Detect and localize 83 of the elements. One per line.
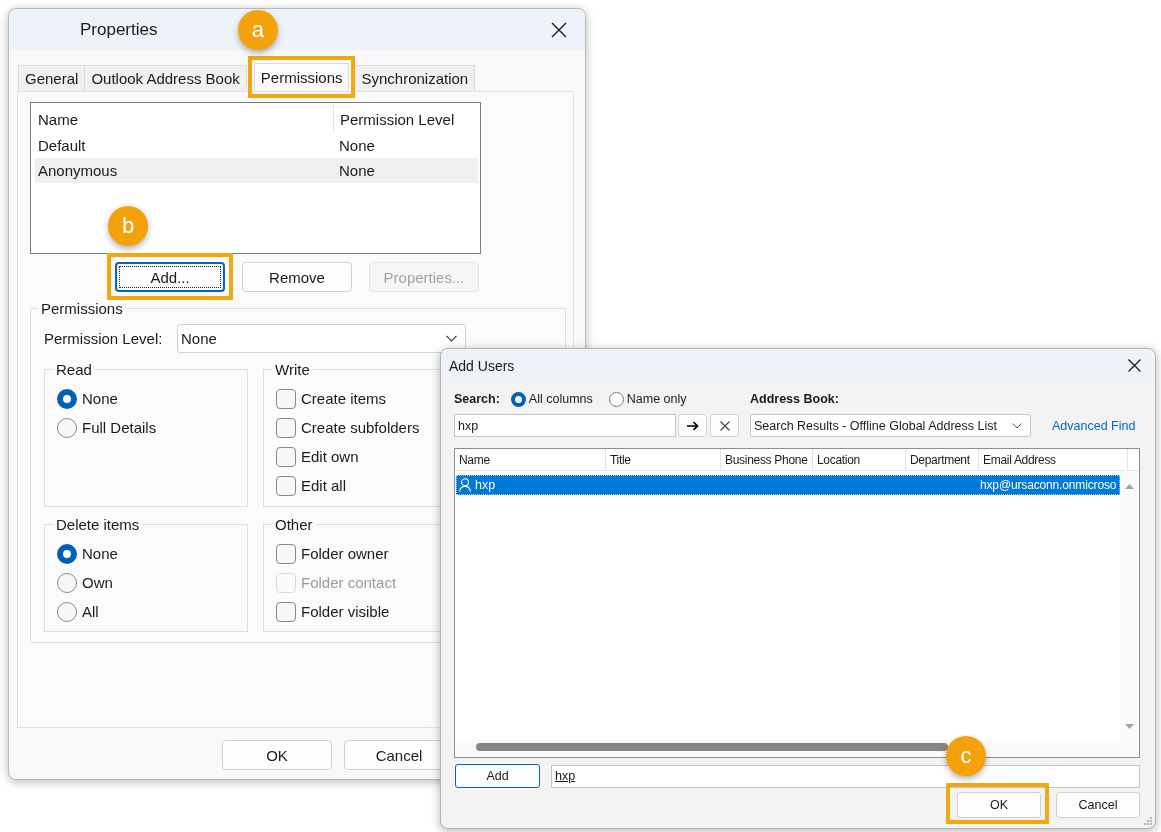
- add-button[interactable]: Add: [455, 764, 540, 788]
- chevron-down-icon: [446, 335, 457, 342]
- checkbox[interactable]: [276, 446, 296, 467]
- table-cell: hxp: [475, 478, 496, 492]
- table-cell-text: None: [338, 137, 376, 154]
- search-label: Search:: [454, 392, 500, 406]
- chevron-down-icon: [1012, 422, 1022, 429]
- go-button[interactable]: [678, 414, 707, 437]
- group-title: Delete items: [55, 516, 141, 533]
- column-header[interactable]: Name: [455, 449, 606, 470]
- option-label: Name only: [626, 392, 687, 406]
- address-book-label: Address Book:: [750, 392, 839, 406]
- arrow-right-icon: [686, 420, 699, 431]
- address-book-dropdown[interactable]: Search Results - Offline Global Address List: [750, 414, 1031, 437]
- radio-button[interactable]: [57, 601, 77, 622]
- column-header[interactable]: Title: [606, 449, 721, 470]
- field-label: Permission Level:: [44, 330, 164, 347]
- close-icon: [551, 21, 567, 38]
- option-label: Edit own: [301, 448, 359, 465]
- group-title: Other: [274, 516, 314, 533]
- person-icon: [459, 478, 471, 492]
- option-label: Edit all: [301, 477, 347, 494]
- checkbox[interactable]: [276, 475, 296, 496]
- clear-search-button[interactable]: [710, 414, 739, 437]
- table-row[interactable]: Anonymous None: [35, 158, 478, 183]
- checkbox[interactable]: [276, 543, 296, 564]
- option-label: Folder visible: [301, 603, 390, 620]
- column-header[interactable]: Location: [813, 449, 906, 470]
- column-header[interactable]: Permission Level: [333, 105, 478, 133]
- option-label: Create subfolders: [301, 419, 420, 436]
- table-cell-text: hxp@ursaconn.onmicroso: [979, 478, 1118, 492]
- tab[interactable]: Permissions: [253, 63, 350, 91]
- vertical-scrollbar[interactable]: [1120, 471, 1139, 740]
- checkbox[interactable]: [276, 601, 296, 622]
- table-cell-text: None: [338, 162, 376, 179]
- radio-button[interactable]: [57, 572, 77, 593]
- group-title: Write: [274, 361, 311, 378]
- option-label: Full Details: [82, 419, 157, 436]
- column-header[interactable]: Business Phone: [721, 449, 813, 470]
- option-label: Create items: [301, 390, 387, 407]
- option-label: All: [82, 603, 99, 620]
- option-label: Own: [82, 574, 113, 591]
- column-header[interactable]: Email Address: [979, 449, 1128, 470]
- cancel-button[interactable]: Cancel: [1056, 792, 1140, 818]
- window-title: Properties: [80, 19, 158, 40]
- window-title: Add Users: [449, 357, 515, 374]
- up-arrow-icon: [1125, 484, 1134, 489]
- radio-button[interactable]: [608, 391, 624, 407]
- option-label: None: [82, 390, 118, 407]
- radio-button[interactable]: [57, 417, 77, 438]
- option-label: Folder owner: [301, 545, 389, 562]
- cross-icon: [719, 420, 730, 431]
- tab[interactable]: Synchronization: [354, 65, 476, 91]
- add-button[interactable]: Add...: [115, 262, 225, 292]
- tab[interactable]: Outlook Address Book: [84, 65, 247, 91]
- scrollbar-thumb[interactable]: [476, 743, 948, 751]
- ok-button[interactable]: OK: [957, 792, 1041, 818]
- close-icon: [1127, 359, 1141, 372]
- column-header[interactable]: Department: [906, 449, 979, 470]
- permission-level-dropdown[interactable]: None: [177, 324, 466, 353]
- radio-button[interactable]: [57, 388, 77, 409]
- tab[interactable]: General: [18, 65, 86, 91]
- down-arrow-icon: [1125, 724, 1134, 729]
- checkbox[interactable]: [276, 388, 296, 409]
- option-label: None: [82, 545, 118, 562]
- column-header[interactable]: Name: [31, 105, 333, 133]
- table-cell-text: Default: [37, 137, 87, 154]
- ok-button[interactable]: OK: [222, 740, 332, 770]
- option-label: Folder contact: [301, 574, 397, 591]
- group-title: Permissions: [40, 300, 124, 317]
- table-row[interactable]: Default None: [35, 133, 478, 158]
- remove-button[interactable]: Remove: [242, 262, 352, 292]
- advanced-find-link[interactable]: Advanced Find: [1052, 418, 1136, 433]
- search-field[interactable]: hxp: [454, 414, 676, 437]
- option-label: All columns: [528, 392, 593, 406]
- checkbox[interactable]: [276, 417, 296, 438]
- radio-button[interactable]: [57, 543, 77, 564]
- radio-button[interactable]: [510, 391, 526, 407]
- table-cell-text: Anonymous: [37, 162, 119, 179]
- table-row[interactable]: hxp hxp@ursaconn.onmicroso: [456, 475, 1120, 495]
- resize-grip-icon: [1144, 817, 1152, 825]
- group-title: Read: [55, 361, 93, 378]
- recipients-field[interactable]: hxp: [551, 764, 1140, 788]
